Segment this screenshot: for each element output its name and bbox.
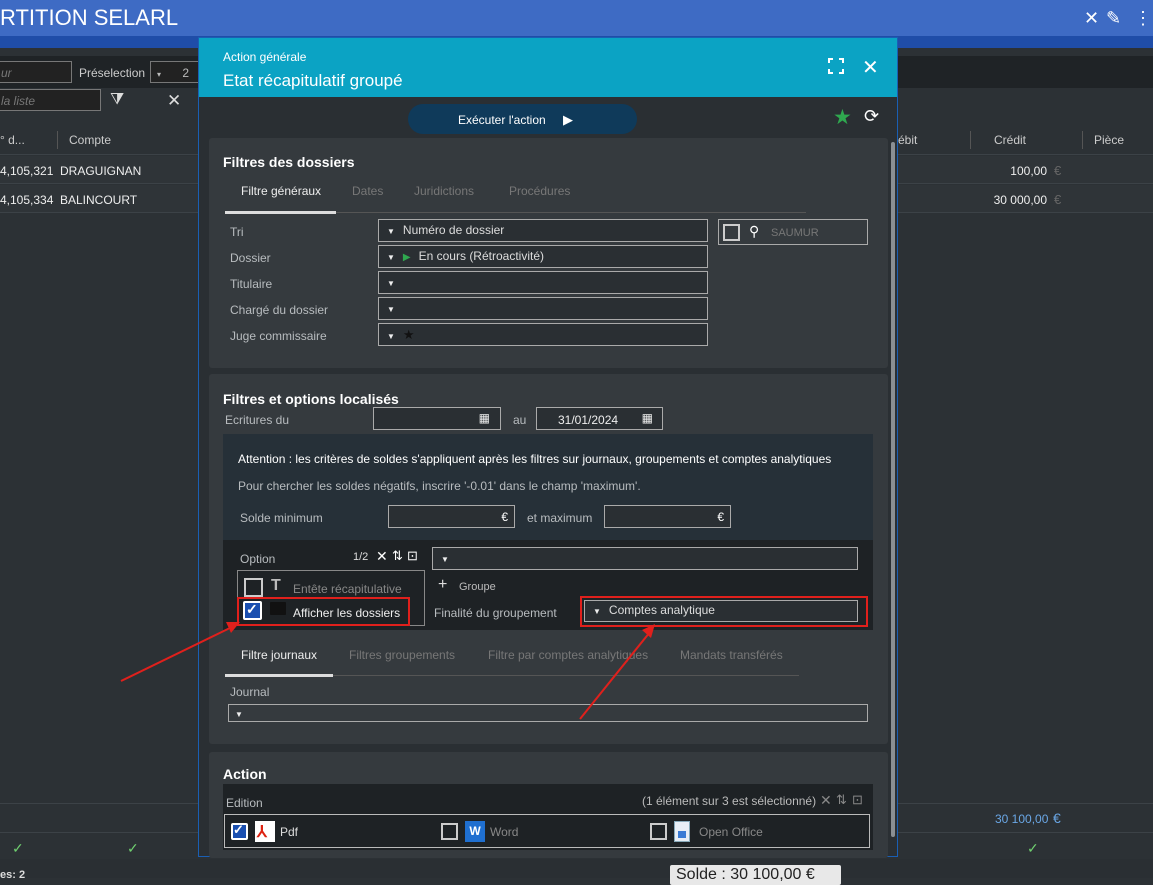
arrow-head (642, 624, 655, 638)
arrow-line (120, 626, 233, 682)
arrow-line (579, 631, 651, 720)
arrow-head (226, 622, 240, 633)
annotation-arrows (120, 622, 655, 720)
